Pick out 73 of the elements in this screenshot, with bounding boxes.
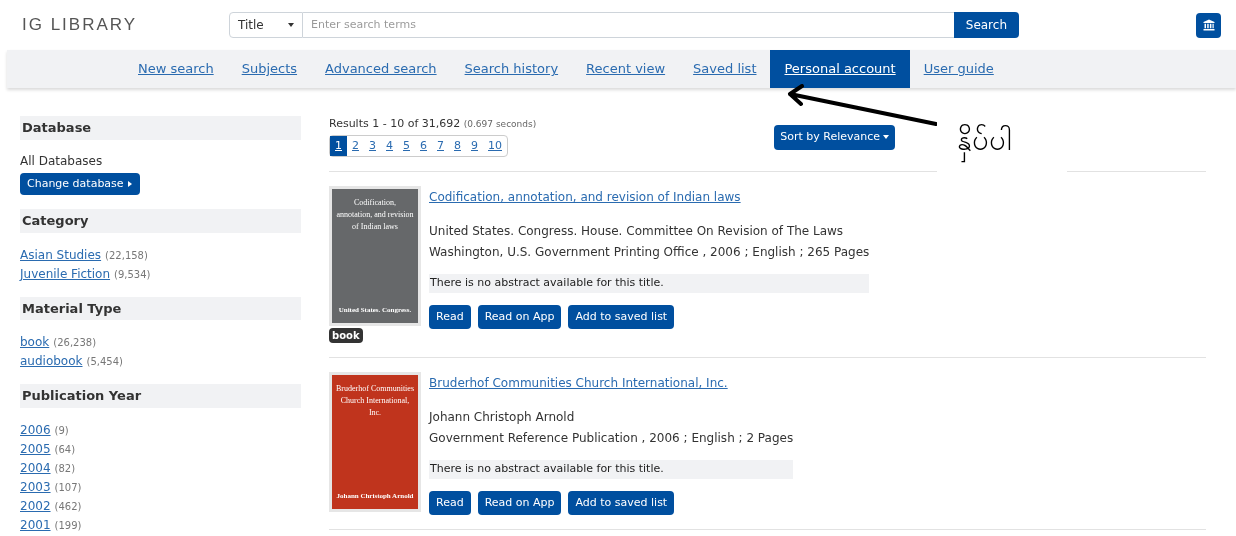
- action-button[interactable]: Read: [429, 304, 471, 329]
- search-button[interactable]: Search: [953, 12, 1019, 38]
- action-button[interactable]: Add to saved list: [568, 304, 675, 329]
- page-link[interactable]: 10: [483, 135, 507, 156]
- action-button[interactable]: Read on App: [477, 490, 562, 515]
- page-link[interactable]: 8: [449, 135, 466, 156]
- page-link[interactable]: 3: [364, 135, 381, 156]
- facet-link[interactable]: 2001: [20, 516, 51, 534]
- nav-link[interactable]: Saved list: [679, 50, 771, 88]
- nav-link[interactable]: User guide: [909, 50, 1008, 88]
- page-link[interactable]: 9: [466, 135, 483, 156]
- bank-icon: [1202, 19, 1215, 31]
- facet-count: (82): [54, 461, 76, 476]
- nav-link[interactable]: Subjects: [227, 50, 312, 88]
- result-author: United States. Congress. House. Committee On Revision of The Laws: [429, 223, 845, 240]
- result-publication: Government Reference Publication , 2006 ; English ; 2 Pages: [429, 430, 794, 447]
- facet-link[interactable]: 2004: [20, 459, 51, 477]
- nav-link[interactable]: Personal account: [770, 50, 910, 88]
- library-button[interactable]: [1196, 12, 1221, 38]
- facet-link[interactable]: Asian Studies: [20, 246, 102, 264]
- facet-link[interactable]: 2003: [20, 478, 51, 496]
- material-type-badge: book: [329, 328, 363, 343]
- caret-icon: [288, 22, 294, 28]
- search-type-select[interactable]: Title: [229, 12, 303, 38]
- caret-icon: [126, 180, 133, 187]
- facet-heading: Category: [20, 209, 301, 233]
- facet-count: (5,454): [86, 355, 123, 369]
- change-database-button[interactable]: Change database: [20, 172, 140, 195]
- page-link[interactable]: 5: [398, 135, 415, 156]
- nav-link[interactable]: Advanced search: [311, 50, 451, 88]
- result-publication: Washington, U.S. Government Printing Office , 2006 ; English ; 265 Pages: [429, 244, 870, 261]
- facet-count: (9,534): [114, 267, 151, 282]
- facet-link[interactable]: 2002: [20, 497, 51, 515]
- facet-count: (26,238): [53, 336, 97, 350]
- facet-count: (64): [54, 442, 76, 457]
- site-logo[interactable]: IG LIBRARY: [22, 12, 229, 38]
- search-field[interactable]: Enter search terms: [303, 12, 954, 38]
- abstract-note: There is no abstract available for this title.: [429, 274, 870, 293]
- results-summary: Results 1 - 10 of 31,692 (0.697 seconds): [329, 116, 537, 132]
- facet-count: (199): [54, 518, 82, 533]
- caret-icon: [883, 134, 889, 141]
- page-link[interactable]: 6: [415, 135, 432, 156]
- facet-link[interactable]: audiobook: [20, 353, 83, 370]
- nav-link[interactable]: Recent view: [572, 50, 680, 88]
- cover-title: Codification, annotation, and revision of Indian laws: [336, 197, 414, 233]
- facet-link[interactable]: book: [20, 334, 50, 351]
- database-name: All Databases: [20, 152, 104, 170]
- facet-count: (107): [54, 480, 82, 495]
- action-button[interactable]: Read: [429, 490, 471, 515]
- facet-link[interactable]: 2006: [20, 421, 51, 439]
- action-button[interactable]: Read on App: [477, 304, 562, 329]
- result-author: Johann Christoph Arnold: [429, 409, 576, 426]
- page-link[interactable]: 2: [347, 135, 364, 156]
- facet-count: (462): [54, 499, 82, 514]
- facet-heading: Database: [20, 116, 301, 140]
- facet-count: (9): [54, 423, 69, 438]
- action-button[interactable]: Add to saved list: [568, 490, 675, 515]
- sort-dropdown[interactable]: Sort by Relevance: [774, 125, 895, 150]
- page-link[interactable]: 4: [381, 135, 398, 156]
- page-link[interactable]: 7: [432, 135, 449, 156]
- cover-title: Bruderhof Communities Church International, Inc.: [336, 383, 414, 419]
- result-title-link[interactable]: Codification, annotation, and revision of Indian laws: [429, 188, 870, 206]
- facet-heading: Material Type: [20, 296, 301, 320]
- facet-link[interactable]: Juvenile Fiction: [20, 265, 111, 283]
- facet-heading: Publication Year: [20, 384, 301, 408]
- facet-count: (22,158): [105, 248, 148, 263]
- result-title-link[interactable]: Bruderhof Communities Church International, Inc.: [429, 374, 794, 392]
- facet-link[interactable]: 2005: [20, 440, 51, 458]
- annotation-label: နှိပ်ပါ: [957, 120, 1012, 162]
- nav-link[interactable]: Search history: [450, 50, 573, 88]
- nav-link[interactable]: New search: [124, 50, 228, 88]
- abstract-note: There is no abstract available for this title.: [429, 460, 794, 479]
- page-link[interactable]: 1: [330, 135, 347, 156]
